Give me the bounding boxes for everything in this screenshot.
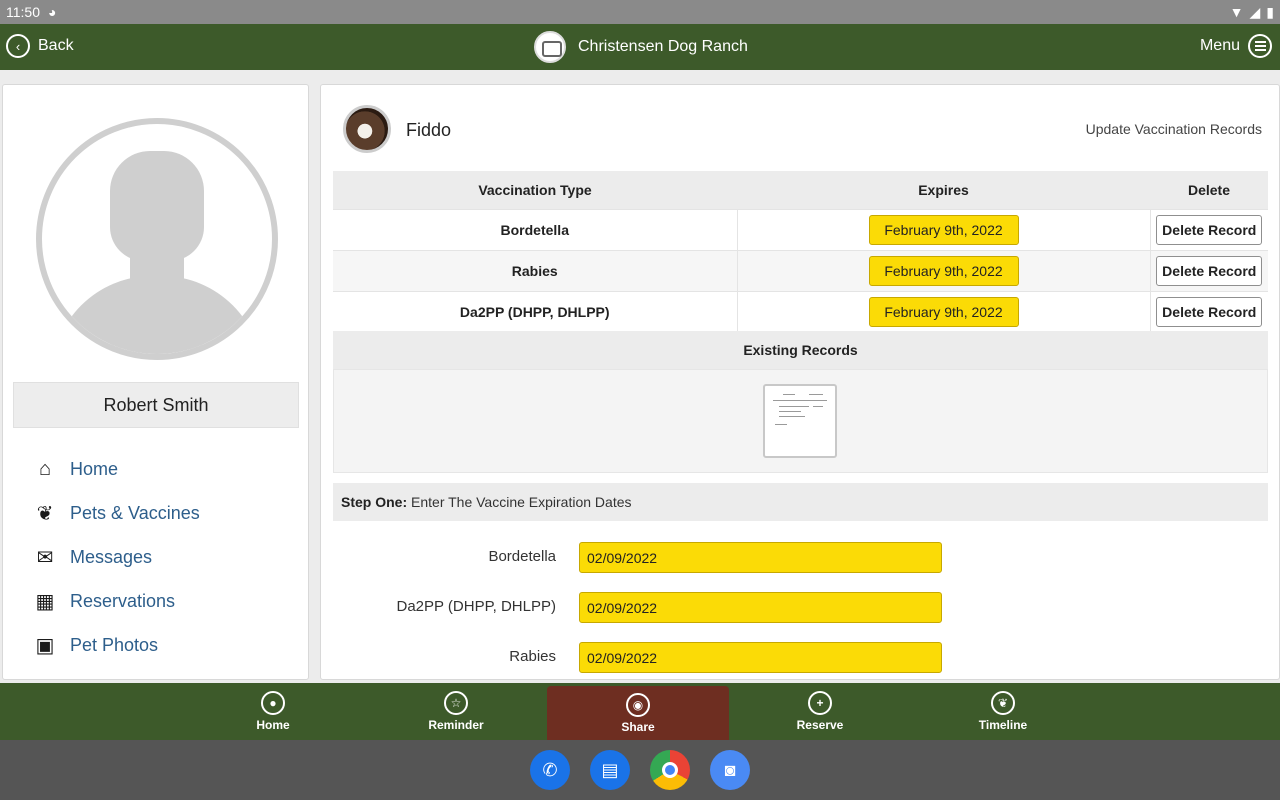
- field-label: Da2PP (DHPP, DHLPP): [396, 598, 556, 615]
- notification-icon: ◕: [48, 4, 57, 20]
- battery-icon: ▮: [1266, 3, 1274, 20]
- bottom-nav-reserve[interactable]: + Reserve: [729, 683, 911, 740]
- app-title: Christensen Dog Ranch: [578, 38, 748, 55]
- delete-record-button[interactable]: Delete Record: [1156, 255, 1263, 286]
- table-row: Da2PP (DHPP, DHLPP) February 9th, 2022 D…: [333, 290, 1268, 332]
- vaccination-table: Vaccination Type Expires Delete Bordetel…: [333, 171, 1268, 332]
- back-label: Back: [38, 37, 74, 54]
- sidebar: Robert Smith ⌂ Home ❦ Pets & Vaccines ✉ …: [2, 84, 309, 680]
- step-one-prefix: Step One:: [341, 494, 408, 510]
- envelope-icon: ✉: [36, 546, 54, 569]
- android-dock: ✆ ▤ ◙: [0, 740, 1280, 800]
- photos-icon: ▣: [35, 634, 55, 657]
- column-header-delete: Delete: [1150, 171, 1268, 209]
- bordetella-date-input[interactable]: [579, 542, 942, 573]
- paw-icon: ❦: [36, 502, 54, 525]
- ranch-logo-icon: [534, 31, 566, 63]
- bottom-nav-home[interactable]: ● Home: [182, 683, 364, 740]
- expiry-badge: February 9th, 2022: [868, 296, 1019, 327]
- user-name: Robert Smith: [13, 382, 299, 428]
- home-icon: ⌂: [38, 457, 52, 480]
- vaccine-type: Rabies: [333, 249, 737, 291]
- back-button[interactable]: ‹ Back: [6, 34, 74, 58]
- expiry-badge: February 9th, 2022: [868, 214, 1019, 245]
- person-icon: ●: [261, 691, 285, 715]
- step-one-text: Enter The Vaccine Expiration Dates: [407, 494, 632, 510]
- sidebar-item-pets-vaccines[interactable]: ❦ Pets & Vaccines: [31, 491, 200, 535]
- update-vaccination-records-link[interactable]: Update Vaccination Records: [1086, 121, 1262, 137]
- user-avatar[interactable]: [36, 118, 278, 360]
- sidebar-item-home[interactable]: ⌂ Home: [31, 447, 200, 491]
- form-row-da2pp: Da2PP (DHPP, DHLPP): [333, 592, 1268, 624]
- form-row-bordetella: Bordetella: [333, 542, 1268, 574]
- menu-label: Menu: [1199, 37, 1240, 54]
- chrome-app-icon[interactable]: [650, 750, 690, 790]
- calendar-icon: ▦: [35, 590, 55, 613]
- messages-app-icon[interactable]: ▤: [590, 750, 630, 790]
- bottom-nav-reminder[interactable]: ☆ Reminder: [365, 683, 547, 740]
- table-row: Rabies February 9th, 2022 Delete Record: [333, 249, 1268, 291]
- rabies-date-input[interactable]: [579, 642, 942, 673]
- step-one-banner: Step One: Enter The Vaccine Expiration D…: [333, 483, 1268, 521]
- main-panel: Fiddo Update Vaccination Records Vaccina…: [320, 84, 1280, 680]
- vaccine-type: Bordetella: [333, 208, 737, 250]
- expiry-badge: February 9th, 2022: [868, 255, 1019, 286]
- hamburger-icon: [1248, 34, 1272, 58]
- vaccine-type: Da2PP (DHPP, DHLPP): [333, 290, 737, 332]
- camera-icon: ◉: [626, 692, 650, 717]
- field-label: Rabies: [509, 648, 556, 665]
- star-icon: ☆: [444, 691, 468, 715]
- brand: Christensen Dog Ranch: [534, 31, 748, 63]
- signal-icon: ◢: [1249, 3, 1261, 20]
- status-time: 11:50: [6, 4, 40, 20]
- existing-records-area: [333, 369, 1268, 473]
- form-row-rabies: Rabies: [333, 642, 1268, 674]
- existing-records-heading: Existing Records: [333, 331, 1268, 369]
- sidebar-item-messages[interactable]: ✉ Messages: [31, 535, 200, 579]
- sidebar-item-pet-photos[interactable]: ▣ Pet Photos: [31, 623, 200, 667]
- system-status-bar: 11:50 ◕ ▼ ◢ ▮: [0, 0, 1280, 24]
- column-header-type: Vaccination Type: [333, 171, 737, 209]
- wifi-icon: ▼: [1229, 4, 1244, 20]
- plus-icon: +: [808, 691, 832, 715]
- sidebar-nav: ⌂ Home ❦ Pets & Vaccines ✉ Messages ▦ Re…: [31, 447, 200, 667]
- app-header: ‹ Back Christensen Dog Ranch Menu: [0, 24, 1280, 70]
- record-thumbnail[interactable]: [763, 384, 837, 458]
- sidebar-item-reservations[interactable]: ▦ Reservations: [31, 579, 200, 623]
- table-row: Bordetella February 9th, 2022 Delete Rec…: [333, 208, 1268, 250]
- da2pp-date-input[interactable]: [579, 592, 942, 623]
- phone-app-icon[interactable]: ✆: [530, 750, 570, 790]
- column-header-expires: Expires: [737, 171, 1150, 209]
- bottom-nav-timeline[interactable]: ❦ Timeline: [912, 683, 1094, 740]
- delete-record-button[interactable]: Delete Record: [1156, 214, 1263, 245]
- back-arrow-icon: ‹: [6, 34, 30, 58]
- delete-record-button[interactable]: Delete Record: [1156, 296, 1263, 327]
- bottom-nav-share[interactable]: ◉ Share: [547, 686, 729, 740]
- paw-icon: ❦: [991, 691, 1015, 715]
- bottom-navigation: ● Home ☆ Reminder ◉ Share + Reserve ❦ Ti…: [0, 683, 1280, 740]
- pet-avatar: [343, 105, 391, 153]
- menu-button[interactable]: Menu: [1200, 34, 1272, 58]
- field-label: Bordetella: [488, 548, 556, 565]
- camera-app-icon[interactable]: ◙: [710, 750, 750, 790]
- pet-name: Fiddo: [406, 120, 452, 140]
